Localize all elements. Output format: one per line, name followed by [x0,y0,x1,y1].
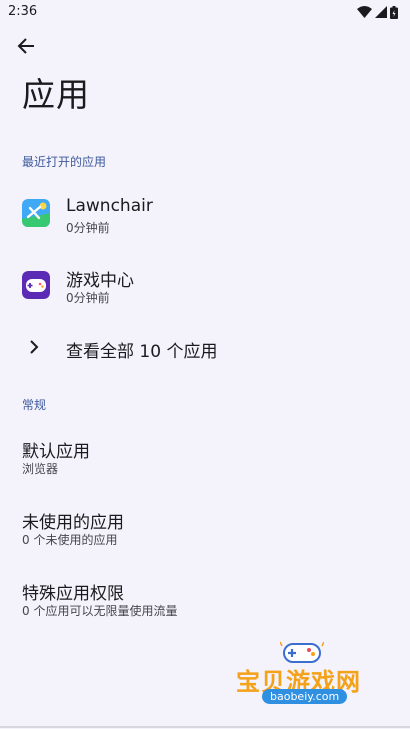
signal-icon [375,6,387,18]
setting-title: 默认应用 [22,442,90,462]
bottom-divider [0,726,410,728]
watermark: 宝贝游戏网 baobeiy.com [232,640,382,710]
page-title: 应用 [22,75,90,114]
recent-app-lawnchair[interactable]: Lawnchair 0分钟前 [0,184,410,246]
setting-subtitle: 0 个应用可以无限量使用流量 [22,604,178,618]
see-all-apps-label: 查看全部 10 个应用 [66,342,218,362]
recent-app-game-center[interactable]: 游戏中心 0分钟前 [0,254,410,316]
recent-apps-header: 最近打开的应用 [22,155,107,169]
setting-title: 未使用的应用 [22,513,124,533]
setting-title: 特殊应用权限 [22,584,124,604]
chevron-right-icon [24,337,44,357]
status-icons [357,4,398,20]
app-name: 游戏中心 [66,271,134,291]
app-last-used: 0分钟前 [66,291,110,305]
back-button[interactable] [12,34,40,62]
setting-subtitle: 0 个未使用的应用 [22,533,118,547]
watermark-url: baobeiy.com [262,689,348,704]
setting-subtitle: 浏览器 [22,462,59,476]
app-last-used: 0分钟前 [66,221,110,235]
app-name: Lawnchair [66,196,153,216]
wifi-icon [357,6,372,18]
battery-icon [390,5,398,19]
status-time: 2:36 [8,4,38,19]
status-bar: 2:36 [0,0,410,24]
game-center-icon [22,271,50,299]
lawnchair-icon [22,199,50,227]
arrow-left-icon [17,37,35,59]
general-section-header: 常规 [22,398,47,412]
